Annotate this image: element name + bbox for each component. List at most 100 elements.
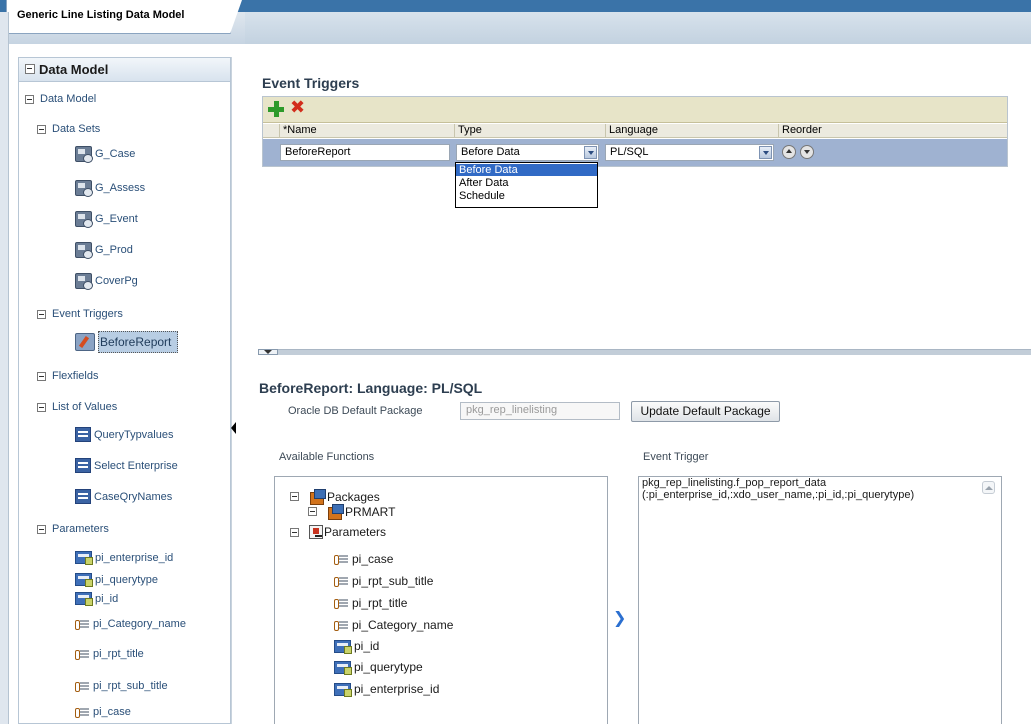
parameter-item[interactable]: pi_rpt_title [75, 648, 144, 660]
collapse-icon[interactable] [290, 527, 299, 537]
dataset-item[interactable]: G_Prod [75, 242, 133, 259]
variable-icon [334, 620, 349, 631]
panel-splitter[interactable] [231, 57, 232, 724]
collapse-icon[interactable] [37, 309, 46, 319]
event-triggers-title: Event Triggers [262, 75, 360, 91]
collapse-icon[interactable] [25, 64, 35, 74]
dropdown-arrow-icon[interactable] [584, 146, 597, 159]
move-up-icon[interactable] [782, 145, 796, 159]
collapse-icon[interactable] [290, 492, 299, 501]
package-label: Oracle DB Default Package [288, 405, 423, 417]
tree-node-event-triggers[interactable]: Event Triggers [37, 308, 123, 320]
variable-icon [334, 576, 349, 587]
parameter-icon [334, 660, 352, 675]
function-item[interactable]: pi_rpt_title [334, 596, 407, 610]
event-trigger-item[interactable]: BeforeReport [75, 331, 179, 353]
lov-item[interactable]: QueryTypvalues [75, 427, 173, 442]
package-icon [327, 504, 344, 520]
collapse-section-icon[interactable] [258, 349, 278, 355]
header-name: *Name [279, 124, 454, 137]
tree-node-data-sets[interactable]: Data Sets [37, 123, 100, 135]
panel-title: Data Model [39, 62, 109, 77]
parameter-icon [75, 592, 93, 606]
function-item[interactable]: pi_enterprise_id [334, 682, 439, 697]
tree-node-list-of-values[interactable]: List of Values [37, 401, 117, 413]
collapse-panel-icon[interactable] [231, 422, 236, 434]
header-spacer [263, 124, 279, 137]
collapse-icon[interactable] [37, 524, 46, 534]
default-package-input[interactable]: pkg_rep_linelisting [460, 402, 620, 420]
tree-node-parameters[interactable]: Parameters [37, 523, 109, 535]
list-of-values-icon [75, 458, 91, 473]
dropdown-arrow-icon[interactable] [759, 146, 772, 159]
parameter-icon [75, 551, 93, 565]
dataset-icon [75, 180, 93, 197]
trigger-name-input[interactable]: BeforeReport [280, 144, 450, 161]
function-item[interactable]: pi_querytype [334, 660, 423, 675]
lov-item[interactable]: Select Enterprise [75, 458, 178, 473]
dropdown-option[interactable]: Schedule [456, 190, 597, 202]
scroll-up-icon[interactable] [982, 481, 995, 494]
parameter-item[interactable]: pi_querytype [75, 573, 158, 587]
function-item[interactable]: pi_rpt_sub_title [334, 574, 433, 588]
move-down-icon[interactable] [800, 145, 814, 159]
event-trigger-label: Event Trigger [643, 451, 709, 463]
tree-root-label: Data Model [40, 93, 97, 105]
header-type: Type [454, 124, 605, 137]
package-icon [309, 489, 326, 505]
function-item[interactable]: pi_id [334, 639, 379, 654]
lov-item[interactable]: CaseQryNames [75, 489, 172, 504]
trigger-type-value: Before Data [461, 146, 520, 158]
collapse-icon[interactable] [25, 94, 34, 104]
parameter-item[interactable]: pi_case [75, 706, 131, 718]
section-divider[interactable] [258, 349, 1031, 355]
type-dropdown-list: Before Data After Data Schedule [455, 162, 598, 208]
dataset-item[interactable]: CoverPg [75, 273, 138, 290]
header-language: Language [605, 124, 778, 137]
data-model-panel: Data Model Data Model Data Sets G_Case G… [18, 57, 231, 724]
event-trigger-code: pkg_rep_linelisting.f_pop_report_data (:… [642, 477, 915, 501]
table-header: *Name Type Language Reorder [263, 124, 1007, 138]
collapse-icon[interactable] [37, 371, 46, 381]
dataset-item[interactable]: G_Event [75, 211, 138, 228]
delete-icon[interactable]: ✖ [290, 99, 305, 117]
parameter-icon [75, 573, 93, 587]
dataset-icon [75, 146, 93, 163]
update-default-package-button[interactable]: Update Default Package [631, 401, 780, 422]
parameters-icon [309, 525, 323, 539]
event-triggers-table: ✖ *Name Type Language Reorder BeforeRepo… [262, 96, 1008, 167]
tree-node-packages[interactable]: Packages [290, 489, 380, 505]
dropdown-option[interactable]: Before Data [456, 164, 597, 176]
trigger-language-select[interactable]: PL/SQL [605, 144, 774, 161]
table-row[interactable]: BeforeReport Before Data PL/SQL [263, 139, 1007, 166]
add-icon[interactable] [268, 101, 284, 117]
move-right-icon[interactable]: ❯ [613, 608, 626, 627]
dataset-item[interactable]: G_Case [75, 146, 135, 163]
parameter-icon [334, 639, 352, 654]
tree-root[interactable]: Data Model [25, 93, 96, 105]
collapse-icon[interactable] [308, 507, 317, 516]
collapse-icon[interactable] [37, 124, 46, 134]
detail-title: BeforeReport: Language: PL/SQL [259, 380, 483, 396]
collapse-icon[interactable] [37, 402, 46, 412]
function-item[interactable]: pi_Category_name [334, 618, 453, 632]
trigger-type-select[interactable]: Before Data [456, 144, 599, 161]
parameter-item[interactable]: pi_enterprise_id [75, 551, 173, 565]
data-model-tab[interactable]: Generic Line Listing Data Model [6, 0, 242, 34]
parameter-item[interactable]: pi_rpt_sub_title [75, 680, 168, 692]
panel-header: Data Model [19, 58, 230, 82]
list-of-values-icon [75, 489, 91, 504]
event-trigger-textarea[interactable]: pkg_rep_linelisting.f_pop_report_data (:… [638, 476, 1002, 724]
function-item[interactable]: pi_case [334, 552, 393, 566]
tree-node-parameters[interactable]: Parameters [290, 525, 386, 539]
dropdown-option[interactable]: After Data [456, 177, 597, 189]
parameter-item[interactable]: pi_id [75, 592, 118, 606]
dataset-icon [75, 211, 93, 228]
parameter-item[interactable]: pi_Category_name [75, 618, 186, 630]
left-edge-strip [0, 12, 9, 724]
list-of-values-icon [75, 427, 91, 442]
table-toolbar: ✖ [263, 97, 1007, 123]
tree-node-prmart[interactable]: PRMART [308, 504, 395, 520]
dataset-item[interactable]: G_Assess [75, 180, 145, 197]
tree-node-flexfields[interactable]: Flexfields [37, 370, 98, 382]
